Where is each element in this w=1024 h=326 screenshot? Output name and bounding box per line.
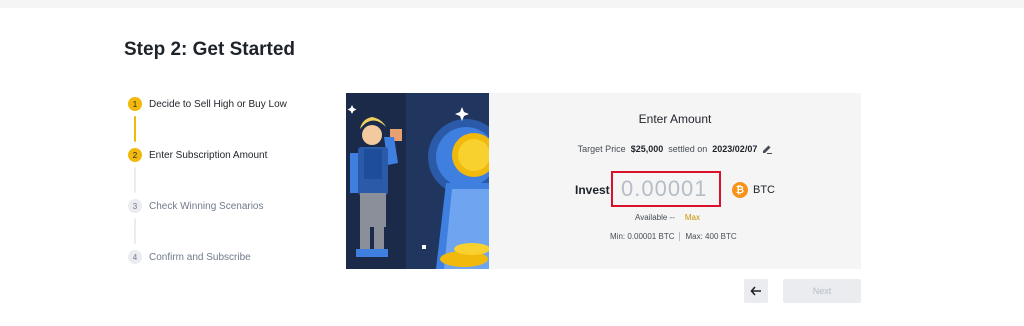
step-number: 1: [128, 97, 142, 111]
step-4: 4 Confirm and Subscribe: [128, 249, 251, 265]
step-label: Decide to Sell High or Buy Low: [149, 98, 287, 110]
step-1: 1 Decide to Sell High or Buy Low: [128, 96, 287, 112]
step-connector: [134, 116, 136, 142]
step-number: 4: [128, 250, 142, 264]
bitcoin-icon: ₿: [732, 182, 748, 198]
arrow-left-icon: [750, 286, 761, 296]
step-2: 2 Enter Subscription Amount: [128, 147, 267, 163]
pencil-icon[interactable]: [762, 144, 773, 154]
min-limit: Min: 0.00001 BTC: [610, 232, 675, 241]
step-3: 3 Check Winning Scenarios: [128, 198, 264, 214]
invest-label: Invest: [575, 183, 610, 197]
next-button[interactable]: Next: [783, 279, 861, 303]
available-balance-row: Available -- Max: [635, 213, 700, 222]
top-bar: [0, 0, 1024, 8]
settled-on-label: settled on: [668, 144, 708, 154]
step-label: Check Winning Scenarios: [149, 200, 264, 212]
step-label: Confirm and Subscribe: [149, 251, 251, 263]
amount-limits-row: Min: 0.00001 BTC Max: 400 BTC: [610, 232, 737, 241]
step-number: 2: [128, 148, 142, 162]
page-title: Step 2: Get Started: [124, 39, 296, 60]
investor-illustration: [346, 93, 489, 269]
enter-amount-panel: Enter Amount Target Price $25,000 settle…: [489, 93, 861, 269]
step-connector: [134, 167, 136, 193]
step-label: Enter Subscription Amount: [149, 149, 268, 161]
step-number: 3: [128, 199, 142, 213]
currency-label: BTC: [753, 184, 775, 196]
illustration-graphic: [346, 93, 489, 269]
settled-date: 2023/02/07: [712, 144, 758, 154]
panel-title: Enter Amount: [638, 112, 712, 126]
target-price-row: Target Price $25,000 settled on 2023/02/…: [489, 144, 861, 154]
available-label: Available --: [635, 213, 675, 222]
limits-divider: [679, 232, 681, 241]
invest-amount-input[interactable]: [611, 171, 721, 207]
back-button[interactable]: [744, 279, 768, 303]
max-limit: Max: 400 BTC: [685, 232, 737, 241]
step-connector: [134, 218, 136, 244]
target-price-value: $25,000: [630, 144, 664, 154]
max-button[interactable]: Max: [685, 213, 700, 222]
target-price-label: Target Price: [577, 144, 626, 154]
